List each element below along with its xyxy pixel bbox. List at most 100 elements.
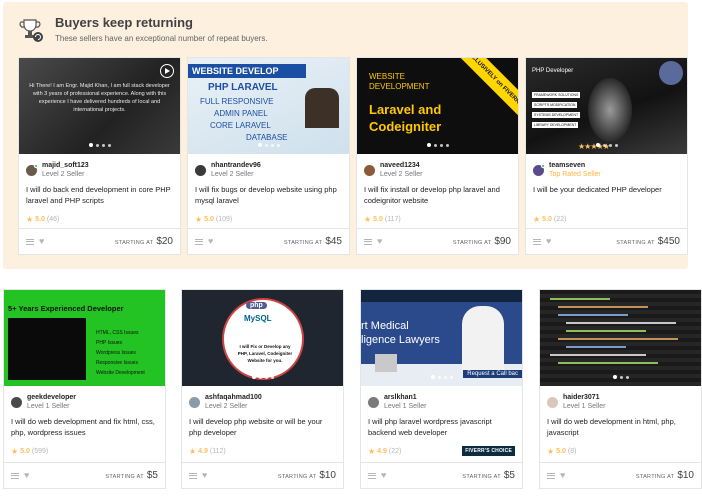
- gig-card[interactable]: Hi There! I am Engr. Majid Khan, I am fu…: [18, 57, 181, 255]
- avatar[interactable]: [189, 396, 200, 408]
- gig-price[interactable]: $450: [658, 236, 680, 247]
- thumbnail-text: Laravel and: [369, 102, 442, 117]
- gig-title[interactable]: I will do back end development in core P…: [19, 180, 180, 210]
- thumbnail-text: Website for you.: [247, 358, 283, 363]
- thumbnail-text: WEBSITE DEVELOP: [192, 66, 279, 76]
- collections-menu-icon[interactable]: [368, 472, 376, 479]
- heart-icon[interactable]: ♥: [377, 237, 382, 246]
- heart-icon[interactable]: ♥: [560, 471, 565, 480]
- gig-price[interactable]: $20: [156, 236, 173, 247]
- gig-title[interactable]: I will do web development and fix html, …: [4, 412, 165, 442]
- carousel-dots[interactable]: [188, 143, 349, 147]
- gig-footer: ♥ STARTING AT $10: [540, 462, 701, 488]
- collections-menu-icon[interactable]: [533, 238, 541, 245]
- thumbnail-text: SCRIPTS MODIFICATION: [532, 102, 578, 108]
- gig-card[interactable]: 5+ Years Experienced Developer HTML, CSS…: [3, 289, 166, 489]
- trophy-icon: [17, 15, 47, 45]
- rating-count: (599): [31, 447, 49, 455]
- gig-card[interactable]: WEBSITE DEVELOP PHP LARAVEL FULL RESPONS…: [187, 57, 350, 255]
- gig-card[interactable]: haider3071 Level 1 Seller I will do web …: [539, 289, 702, 489]
- section-header: Buyers keep returning These sellers have…: [17, 12, 268, 48]
- gig-card[interactable]: rt Medical ligence Lawyers Request a Cal…: [360, 289, 523, 489]
- rating-count: (109): [215, 215, 233, 223]
- gig-thumbnail[interactable]: Hi There! I am Engr. Majid Khan, I am fu…: [19, 58, 180, 154]
- heart-icon[interactable]: ♥: [202, 471, 207, 480]
- heart-icon[interactable]: ♥: [24, 471, 29, 480]
- seller-name[interactable]: haider3071: [563, 393, 605, 402]
- avatar[interactable]: [11, 396, 22, 408]
- collections-menu-icon[interactable]: [364, 238, 372, 245]
- avatar[interactable]: [364, 164, 375, 176]
- seller-name[interactable]: teamseven: [549, 161, 601, 170]
- seller-info[interactable]: majid_soft123 Level 2 Seller: [19, 154, 180, 180]
- online-indicator: [34, 163, 38, 168]
- heart-icon[interactable]: ♥: [39, 237, 44, 246]
- carousel-dots[interactable]: [526, 143, 687, 147]
- heart-icon[interactable]: ♥: [381, 471, 386, 480]
- gig-price[interactable]: $10: [319, 470, 336, 481]
- gig-title[interactable]: I will fix bugs or develop website using…: [188, 180, 349, 210]
- heart-icon[interactable]: ♥: [208, 237, 213, 246]
- carousel-dots[interactable]: [19, 143, 180, 147]
- thumbnail-text: CORE LARAVEL: [210, 121, 271, 130]
- avatar[interactable]: [26, 163, 38, 176]
- gig-thumbnail[interactable]: rt Medical ligence Lawyers Request a Cal…: [361, 290, 522, 386]
- gig-price[interactable]: $90: [494, 236, 511, 247]
- collections-menu-icon[interactable]: [11, 472, 19, 479]
- collections-menu-icon[interactable]: [189, 472, 197, 479]
- carousel-dots[interactable]: [361, 375, 522, 379]
- gig-title[interactable]: I will be your dedicated PHP developer: [526, 180, 687, 210]
- seller-info[interactable]: geekdeveloper Level 1 Seller: [4, 386, 165, 412]
- seller-name[interactable]: geekdeveloper: [27, 393, 76, 402]
- rating-count: (8): [567, 447, 577, 455]
- developer-photo: [659, 61, 683, 85]
- gig-card[interactable]: PHP Developer FRAMEWORK SOLUTIONS SCRIPT…: [525, 57, 688, 255]
- thumbnail-text: PHP LARAVEL: [208, 82, 278, 93]
- star-icon: ★: [547, 446, 555, 456]
- seller-info[interactable]: teamseven Top Rated Seller: [526, 154, 687, 180]
- starting-at-label: STARTING AT: [462, 474, 501, 480]
- avatar[interactable]: [195, 164, 206, 176]
- avatar[interactable]: [368, 396, 379, 408]
- seller-name[interactable]: ashfaqahmad100: [205, 393, 262, 402]
- gig-thumbnail[interactable]: WEBSITE DEVELOP PHP LARAVEL FULL RESPONS…: [188, 58, 349, 154]
- gig-rating: ★ 5.0 (22): [526, 210, 687, 226]
- carousel-dots[interactable]: [182, 375, 343, 379]
- gig-price[interactable]: $45: [325, 236, 342, 247]
- gig-thumbnail[interactable]: PHP Developer FRAMEWORK SOLUTIONS SCRIPT…: [526, 58, 687, 154]
- seller-info[interactable]: arslkhan1 Level 1 Seller: [361, 386, 522, 412]
- seller-name[interactable]: majid_soft123: [42, 161, 89, 170]
- gig-thumbnail[interactable]: php MySQL I will Fix or Develop any PHP,…: [182, 290, 343, 386]
- gig-card[interactable]: php MySQL I will Fix or Develop any PHP,…: [181, 289, 344, 489]
- collections-menu-icon[interactable]: [195, 238, 203, 245]
- carousel-dots[interactable]: [357, 143, 518, 147]
- gig-title[interactable]: I will do web development in html, php, …: [540, 412, 701, 442]
- carousel-dots[interactable]: [540, 375, 701, 379]
- gig-thumbnail[interactable]: [540, 290, 701, 386]
- seller-name[interactable]: naveed1234: [380, 161, 422, 170]
- gig-title[interactable]: I will develop php website or will be yo…: [182, 412, 343, 442]
- seller-info[interactable]: ashfaqahmad100 Level 2 Seller: [182, 386, 343, 412]
- collections-menu-icon[interactable]: [26, 238, 34, 245]
- avatar[interactable]: [547, 396, 558, 408]
- play-video-icon[interactable]: [160, 64, 174, 78]
- gig-title[interactable]: I will fix install or develop php larave…: [357, 180, 518, 210]
- gig-thumbnail[interactable]: WEBSITE DEVELOPMENT Laravel and Codeigni…: [357, 58, 518, 154]
- heart-icon[interactable]: ♥: [546, 237, 551, 246]
- gig-price[interactable]: $10: [677, 470, 694, 481]
- seller-info[interactable]: haider3071 Level 1 Seller: [540, 386, 701, 412]
- gig-title[interactable]: I will php laravel wordpress javascript …: [361, 412, 522, 442]
- avatar[interactable]: [533, 163, 545, 176]
- rating-score: 5.0: [373, 215, 383, 223]
- collections-menu-icon[interactable]: [547, 472, 555, 479]
- gig-price[interactable]: $5: [504, 470, 515, 481]
- seller-info[interactable]: naveed1234 Level 2 Seller: [357, 154, 518, 180]
- seller-name[interactable]: arslkhan1: [384, 393, 426, 402]
- gig-card[interactable]: WEBSITE DEVELOPMENT Laravel and Codeigni…: [356, 57, 519, 255]
- seller-name[interactable]: nhantrandev96: [211, 161, 261, 170]
- gig-thumbnail[interactable]: 5+ Years Experienced Developer HTML, CSS…: [4, 290, 165, 386]
- gig-rating: ★ 5.0 (599): [4, 442, 165, 458]
- seller-info[interactable]: nhantrandev96 Level 2 Seller: [188, 154, 349, 180]
- rating-count: (117): [384, 215, 401, 223]
- gig-price[interactable]: $5: [147, 470, 158, 481]
